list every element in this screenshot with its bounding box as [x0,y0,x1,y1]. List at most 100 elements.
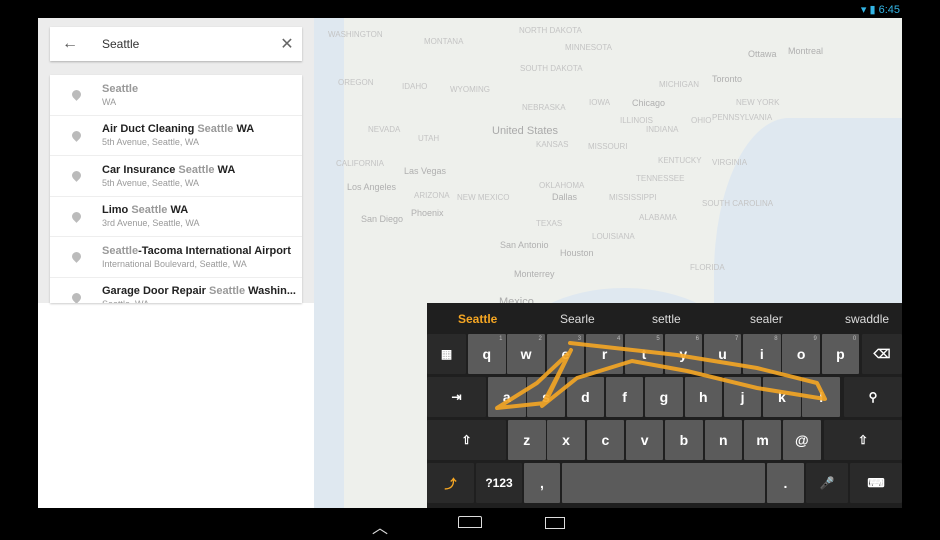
map-label: FLORIDA [690,263,725,272]
map-label: ALABAMA [639,213,677,222]
title-part: Air Duct Cleaning [102,123,198,136]
map-label: NORTH DAKOTA [519,26,582,35]
suggestion[interactable]: settle [652,312,681,326]
result-text: Seattle-Tacoma International Airport Inte… [102,245,291,269]
suggestion[interactable]: swaddle [845,312,889,326]
key-k[interactable]: k [763,377,801,417]
list-item[interactable]: Garage Door Repair Seattle Washin...Seat… [50,278,302,303]
suggestion-strip: Seattle Searle settle sealer swaddle [427,303,902,334]
map-label: WASHINGTON [328,30,383,39]
tab-icon[interactable]: ⇥ [427,377,486,417]
title-part: Garage Door Repair [102,285,209,298]
list-item[interactable]: Limo Seattle WA 3rd Avenue, Seattle, WA [50,197,302,237]
key-y[interactable]: y6 [664,334,702,374]
key-@[interactable]: @ [783,420,821,460]
key-hint: 8 [774,336,778,342]
map-label: MISSOURI [588,142,628,151]
map-label: Phoenix [411,208,444,218]
result-text: Limo Seattle WA 3rd Avenue, Seattle, WA [102,204,200,228]
result-text: Seattle WA [102,83,138,107]
suggestion[interactable]: Searle [560,312,595,326]
key-x[interactable]: x [547,420,585,460]
suggestion[interactable]: Seattle [458,312,497,326]
map-label: IDAHO [402,82,428,91]
key-r[interactable]: r4 [585,334,624,374]
map-pin-icon [50,250,102,264]
map-label: PENNSYLVANIA [712,113,773,122]
title-part: WA [233,123,255,136]
key-e[interactable]: e3 [546,334,585,374]
map-pin-icon [50,128,102,142]
list-item[interactable]: Seattle-Tacoma International Airport Inte… [50,237,302,278]
keyboard: Seattle Searle settle sealer swaddle ▦ q 1… [427,303,902,508]
map-label: TENNESSEE [636,174,685,183]
key-p[interactable]: p0 [821,334,860,374]
keyboard-icon[interactable]: ⌨ [850,463,902,503]
period-key[interactable]: . [767,463,804,503]
map-label: OHIO [691,116,712,125]
emoji-grid-icon[interactable]: ▦ [427,334,466,374]
clock: 6:45 [878,4,900,16]
result-title: Air Duct Cleaning Seattle WA [102,123,254,135]
key-l[interactable]: l [802,377,840,417]
list-item[interactable]: Air Duct Cleaning Seattle WA 5th Avenue, … [50,116,302,156]
gesture-typing-icon[interactable]: ⤴ [427,463,474,503]
key-t[interactable]: t5 [625,334,663,374]
map-label: KENTUCKY [658,156,702,165]
map-label: CALIFORNIA [336,159,385,168]
map-label: LOUISIANA [592,232,635,241]
map-label: Monterrey [514,269,555,279]
space-key[interactable] [562,463,765,503]
key-hint: 0 [852,336,857,342]
key-c[interactable]: c [586,420,625,460]
search-icon[interactable]: ⚲ [844,377,902,417]
list-item[interactable]: Car Insurance Seattle WA 5th Avenue, Seat… [50,156,302,197]
key-f[interactable]: f [605,377,644,417]
map-label: VIRGINIA [712,158,748,167]
key-d[interactable]: d [566,377,605,417]
key-hint: 5 [656,336,660,342]
map-label: MINNESOTA [565,43,612,52]
arrow-left-icon[interactable]: ← [50,35,90,53]
map-pin-icon [50,290,102,303]
shift-icon[interactable]: ⇧ [427,420,506,460]
key-hint: 4 [617,336,621,342]
result-subtitle: WA [102,96,117,107]
key-j[interactable]: j [723,377,762,417]
shift-icon[interactable]: ⇧ [824,420,902,460]
key-u[interactable]: u7 [703,334,742,374]
result-subtitle: 5th Avenue, Seattle, WA [102,137,200,148]
recents-icon[interactable] [545,517,565,529]
comma-key[interactable]: , [524,463,560,503]
map-label: OREGON [338,78,374,87]
title-part: Washin... [245,285,296,298]
key-n[interactable]: n [704,420,742,460]
result-subtitle: 5th Avenue, Seattle, WA [102,177,200,188]
map-label: Toronto [712,74,743,84]
close-icon[interactable]: ✕ [272,34,302,54]
key-b[interactable]: b [665,420,703,460]
symbols-key[interactable]: ?123 [476,463,522,503]
back-icon[interactable]: ︿ [372,514,388,538]
home-icon[interactable] [458,516,482,528]
result-title: Seattle [102,83,138,95]
key-o[interactable]: o9 [782,334,820,374]
map-label: ARIZONA [414,191,450,200]
key-i[interactable]: i8 [743,334,781,374]
search-bar: ← Seattle ✕ [50,27,302,61]
microphone-icon[interactable]: 🎤 [806,463,848,503]
suggestion[interactable]: sealer [750,312,783,326]
list-item[interactable]: Seattle WA [50,75,302,116]
key-q[interactable]: q1 [468,334,506,374]
key-g[interactable]: g [645,377,683,417]
key-w[interactable]: w2 [507,334,545,374]
key-v[interactable]: v [625,420,664,460]
key-h[interactable]: h [684,377,722,417]
key-a[interactable]: a [488,377,526,417]
search-input[interactable]: Seattle [90,37,272,51]
key-z[interactable]: z [508,420,546,460]
backspace-icon[interactable]: ⌫ [862,334,902,374]
key-m[interactable]: m [743,420,782,460]
map-label: MISSISSIPPI [609,193,657,202]
key-s[interactable]: s [527,377,565,417]
